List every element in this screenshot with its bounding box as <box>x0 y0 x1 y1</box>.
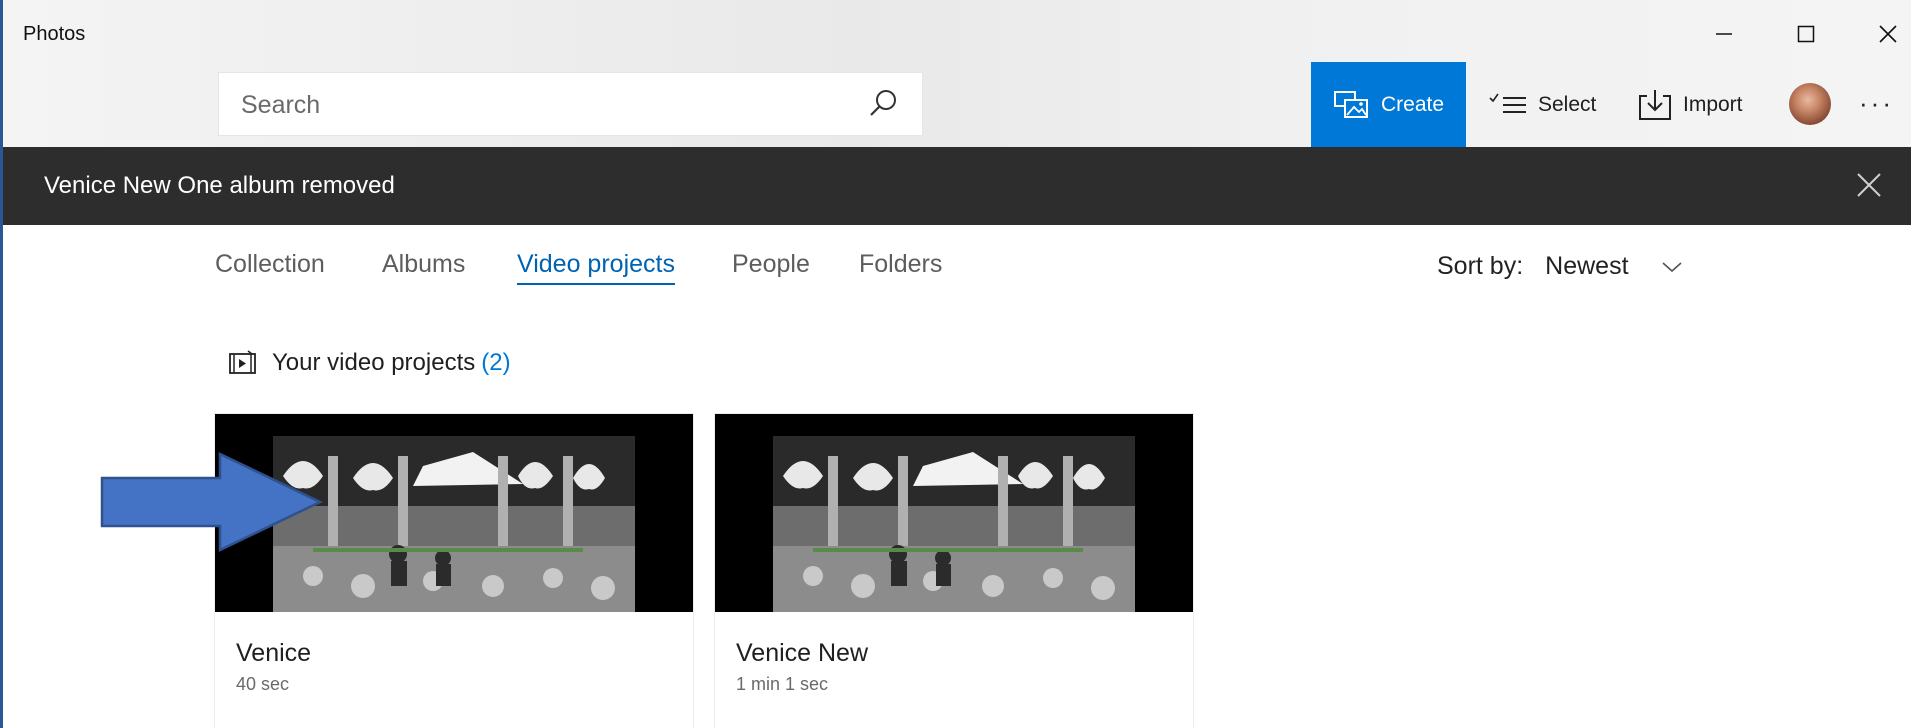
import-button[interactable]: Import <box>1637 62 1743 147</box>
notification-text: Venice New One album removed <box>44 172 395 199</box>
tab-collection[interactable]: Collection <box>215 250 325 279</box>
tab-video-projects[interactable]: Video projects <box>517 250 675 285</box>
import-icon <box>1637 88 1673 122</box>
minimize-button[interactable] <box>1696 14 1752 54</box>
sort-label: Sort by: <box>1437 252 1524 280</box>
dismiss-notification-button[interactable] <box>1855 171 1883 204</box>
tab-folders[interactable]: Folders <box>859 250 942 279</box>
app-title: Photos <box>23 23 86 45</box>
search-input[interactable] <box>239 73 843 137</box>
more-options-button[interactable]: ··· <box>1859 88 1894 119</box>
section-count: (2) <box>481 349 511 376</box>
select-label: Select <box>1538 92 1597 116</box>
minimize-icon <box>1716 33 1732 35</box>
close-window-button[interactable] <box>1860 14 1911 54</box>
sort-dropdown[interactable]: Newest <box>1545 252 1628 281</box>
video-project-card[interactable]: Venice New 1 min 1 sec <box>715 414 1193 728</box>
search-box <box>218 72 923 137</box>
select-button[interactable]: Select <box>1488 62 1596 147</box>
tab-people[interactable]: People <box>732 250 810 279</box>
import-label: Import <box>1683 92 1743 116</box>
app-header: Photos Create Select Import ··· <box>3 0 1911 147</box>
search-icon[interactable] <box>866 87 900 126</box>
project-title: Venice <box>236 639 312 667</box>
avatar[interactable] <box>1789 83 1831 125</box>
video-project-icon <box>228 350 258 376</box>
section-title: Your video projects <box>272 349 476 376</box>
create-button[interactable]: Create <box>1311 62 1466 147</box>
maximize-icon <box>1797 25 1815 43</box>
sort-control: Sort by: Newest <box>1437 252 1683 281</box>
close-icon <box>1879 25 1897 43</box>
project-duration: 40 sec <box>236 674 290 694</box>
create-icon <box>1333 89 1371 121</box>
tab-albums[interactable]: Albums <box>382 250 465 279</box>
create-label: Create <box>1380 92 1445 116</box>
annotation-arrow-icon <box>100 452 323 552</box>
project-title: Venice New <box>736 639 869 667</box>
notification-bar: Venice New One album removed <box>3 147 1911 225</box>
maximize-button[interactable] <box>1778 14 1834 54</box>
section-heading: Your video projects (2) <box>228 349 511 377</box>
chevron-down-icon[interactable] <box>1661 252 1683 281</box>
select-icon <box>1488 91 1528 119</box>
video-thumbnail <box>715 414 1193 612</box>
close-icon <box>1857 173 1881 197</box>
project-duration: 1 min 1 sec <box>736 674 829 694</box>
